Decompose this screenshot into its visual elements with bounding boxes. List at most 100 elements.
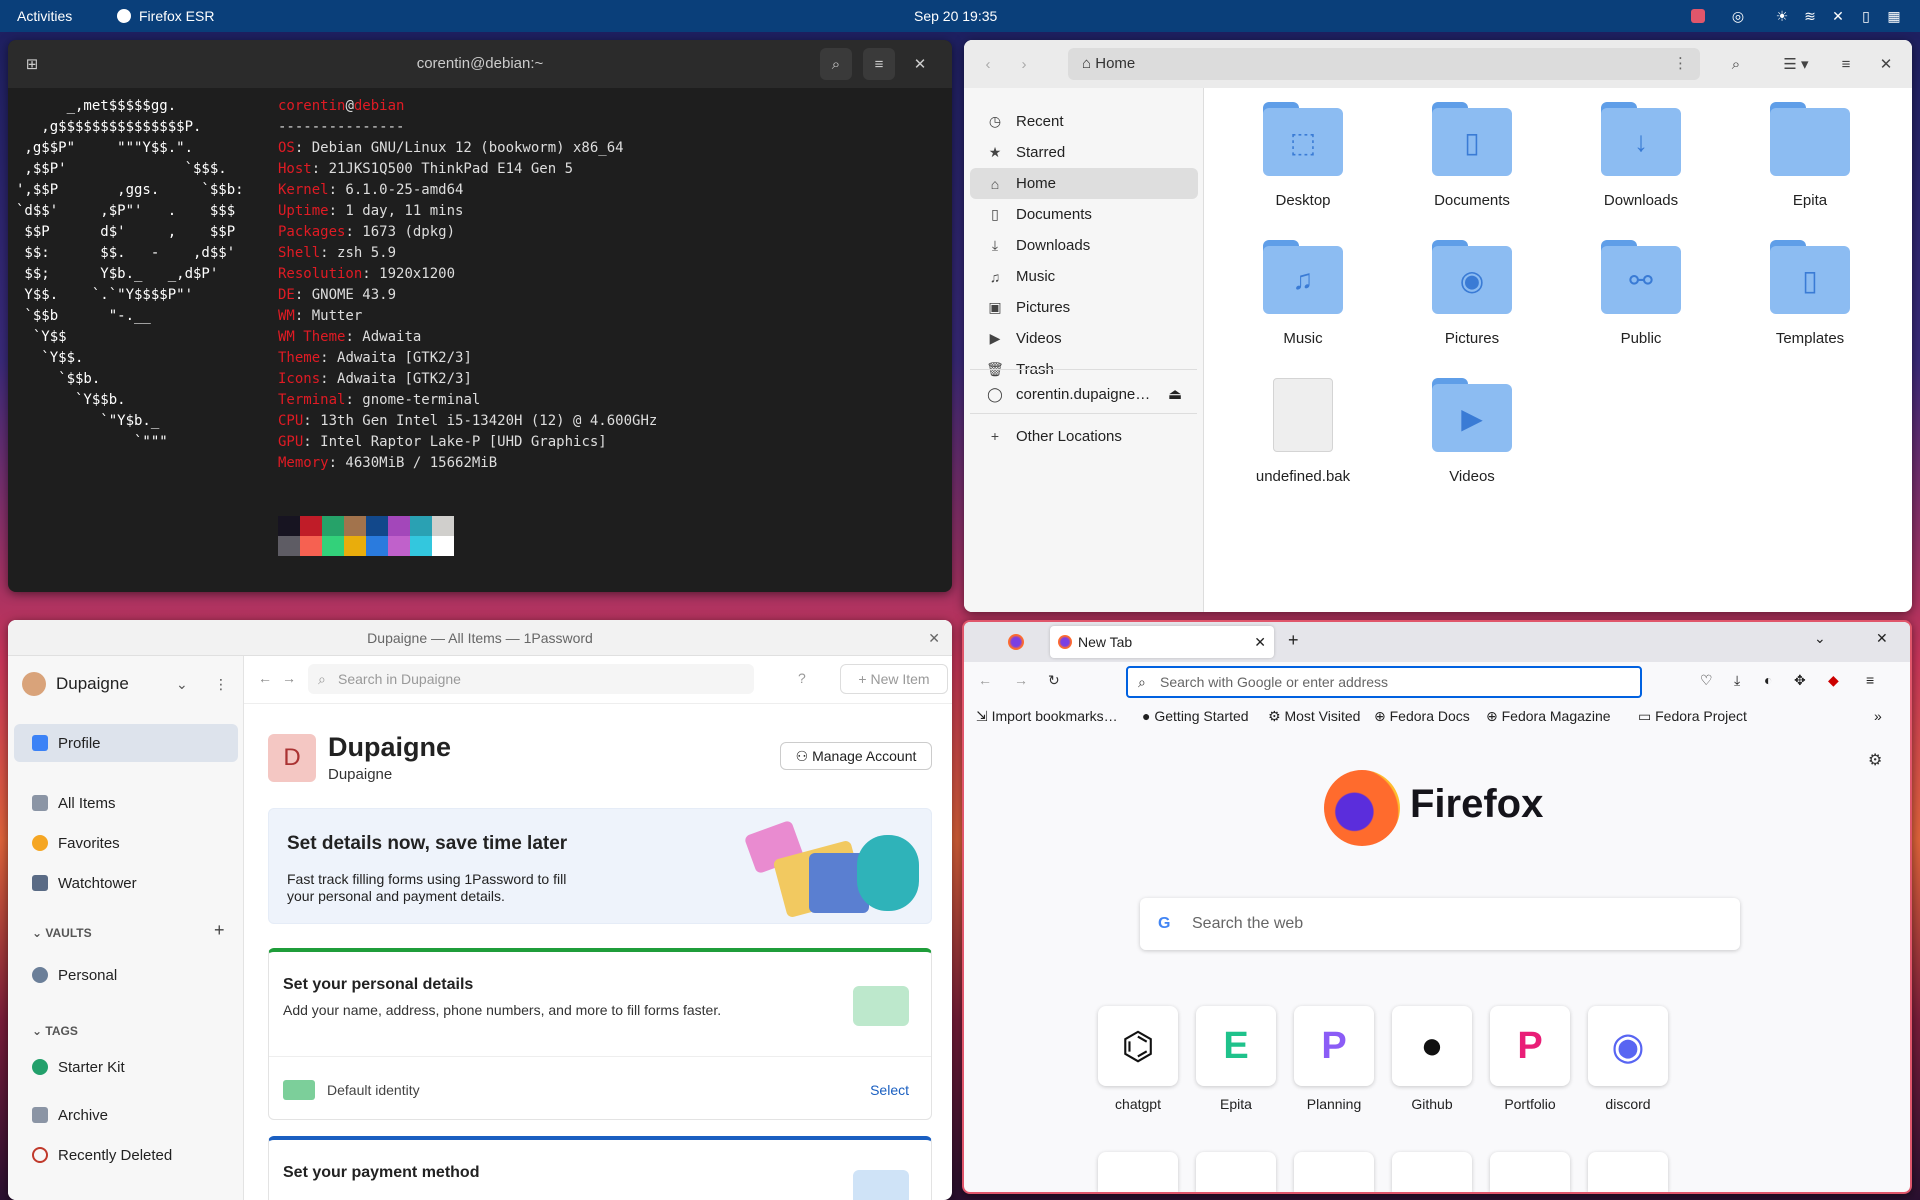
back-icon[interactable]: ← (258, 670, 272, 686)
top-site-tile[interactable] (1490, 1152, 1570, 1192)
settings-icon[interactable]: ⚙ (1868, 750, 1882, 770)
eject-icon[interactable]: ⏏ (1168, 385, 1182, 403)
forward-icon[interactable]: › (1008, 48, 1040, 80)
web-search-input[interactable]: G Search the web (1140, 898, 1740, 950)
select-button[interactable]: Select (870, 1082, 909, 1098)
location-bar[interactable]: ⌂ Home ⋮ (1068, 48, 1700, 80)
folder-downloads[interactable]: ↓ Downloads (1571, 98, 1711, 218)
view-toggle-icon[interactable]: ☰ ▾ (1770, 48, 1822, 80)
nav-archive[interactable]: Archive (14, 1096, 238, 1134)
sidebar-item-pictures[interactable]: ▣ Pictures (970, 292, 1198, 323)
search-icon[interactable]: ⌕ (820, 48, 852, 80)
help-icon[interactable]: ? (798, 670, 806, 686)
bookmark-item[interactable]: ▭ Fedora Project (1638, 702, 1747, 730)
folder-videos[interactable]: ▶ Videos (1402, 374, 1542, 494)
menu-icon[interactable]: ≡ (1830, 48, 1862, 80)
app-indicator-icon[interactable] (1688, 6, 1708, 26)
chevron-down-icon[interactable]: ⌄ (176, 672, 188, 696)
ublock-icon[interactable]: ◆ (1828, 672, 1839, 689)
tab-new-tab[interactable]: New Tab ✕ (1050, 626, 1274, 658)
firefox-view-icon[interactable] (1008, 634, 1024, 650)
add-vault-icon[interactable]: + (214, 920, 225, 941)
wifi-icon[interactable]: ≋ (1800, 6, 1820, 26)
sidebar-item-videos[interactable]: ▶ Videos (970, 323, 1198, 354)
folder-pictures[interactable]: ◉ Pictures (1402, 236, 1542, 356)
bookmark-item[interactable]: ● Getting Started (1142, 702, 1249, 730)
account-icon[interactable]: ◐ (1764, 672, 1772, 688)
activities-button[interactable]: Activities (17, 0, 72, 32)
account-name[interactable]: Dupaigne (56, 672, 129, 696)
app-menu[interactable]: Firefox ESR (139, 0, 214, 32)
sidebar-item-home[interactable]: ⌂ Home (970, 168, 1198, 199)
close-icon[interactable]: ✕ (1870, 48, 1902, 80)
sidebar-item-downloads[interactable]: ⤓ Downloads (970, 230, 1198, 261)
terminal-body[interactable]: _,met$$$$$gg. ,g$$$$$$$$$$$$$$$P. ,g$$P"… (8, 88, 952, 592)
folder-public[interactable]: ⚯ Public (1571, 236, 1711, 356)
avatar[interactable] (22, 672, 46, 696)
extensions-icon[interactable]: ✥ (1794, 672, 1806, 689)
back-icon[interactable]: ‹ (972, 48, 1004, 80)
tag-starter-kit[interactable]: Starter Kit (14, 1048, 238, 1086)
folder-documents[interactable]: ▯ Documents (1402, 98, 1542, 218)
menu-icon[interactable]: ≡ (863, 48, 895, 80)
top-site-portfolio[interactable]: P Portfolio (1490, 1006, 1570, 1112)
clock[interactable]: Sep 20 19:35 (914, 0, 997, 32)
nav-watchtower[interactable]: Watchtower (14, 864, 238, 902)
tags-heading[interactable]: ⌄ TAGS (32, 1024, 78, 1038)
close-window-icon[interactable]: ✕ (1876, 630, 1888, 647)
more-icon[interactable]: ⋮ (214, 672, 228, 696)
bookmark-item[interactable]: ⇲ Import bookmarks… (976, 702, 1118, 730)
downloads-icon[interactable]: ⤓ (1734, 672, 1740, 689)
battery-icon[interactable]: ▯ (1856, 6, 1876, 26)
top-site-tile[interactable] (1588, 1152, 1668, 1192)
nav-favorites[interactable]: Favorites (14, 824, 238, 862)
sidebar-item-other-locations[interactable]: + Other Locations (970, 418, 1198, 454)
close-icon[interactable]: ✕ (904, 48, 936, 80)
top-site-tile[interactable] (1098, 1152, 1178, 1192)
vault-personal[interactable]: Personal (14, 956, 238, 994)
bookmark-item[interactable]: ⊕ Fedora Magazine (1486, 702, 1611, 730)
reload-icon[interactable]: ↻ (1048, 672, 1060, 689)
nav-profile[interactable]: Profile (14, 724, 238, 762)
more-icon[interactable]: ⋮ (1673, 48, 1688, 80)
more-bookmarks-icon[interactable]: » (1874, 702, 1882, 730)
sidebar-item-mount[interactable]: ◯ corentin.dupaigne… ⏏ (970, 376, 1198, 412)
system-menu-icon[interactable]: ▦ (1884, 6, 1904, 26)
top-site-epita[interactable]: E Epita (1196, 1006, 1276, 1112)
brightness-icon[interactable]: ☀ (1772, 6, 1792, 26)
sidebar-item-recent[interactable]: ◷ Recent (970, 106, 1198, 137)
nav-recently-deleted[interactable]: Recently Deleted (14, 1136, 238, 1174)
manage-account-button[interactable]: ⚇ Manage Account (780, 742, 932, 770)
top-site-chatgpt[interactable]: ⌬ chatgpt (1098, 1006, 1178, 1112)
menu-icon[interactable]: ≡ (1866, 672, 1874, 688)
top-site-tile[interactable] (1392, 1152, 1472, 1192)
new-tab-icon[interactable]: + (1288, 630, 1299, 651)
top-site-planning[interactable]: P Planning (1294, 1006, 1374, 1112)
sidebar-item-documents[interactable]: ▯ Documents (970, 199, 1198, 230)
folder-undefined-bak[interactable]: undefined.bak (1233, 374, 1373, 494)
folder-music[interactable]: ♫ Music (1233, 236, 1373, 356)
search-icon[interactable]: ⌕ (1720, 48, 1752, 80)
bookmark-item[interactable]: ⚙ Most Visited (1268, 702, 1360, 730)
sidebar-item-starred[interactable]: ★ Starred (970, 137, 1198, 168)
folder-desktop[interactable]: ⬚ Desktop (1233, 98, 1373, 218)
forward-icon[interactable]: → (1014, 672, 1028, 688)
search-input[interactable]: ⌕ Search in Dupaigne (308, 664, 754, 694)
top-site-tile[interactable] (1196, 1152, 1276, 1192)
new-item-button[interactable]: + New Item (840, 664, 948, 694)
close-icon[interactable]: ✕ (928, 620, 940, 656)
top-site-tile[interactable] (1294, 1152, 1374, 1192)
bookmark-item[interactable]: ⊕ Fedora Docs (1374, 702, 1470, 730)
back-icon[interactable]: ← (978, 672, 992, 688)
folder-epita[interactable]: Epita (1740, 98, 1880, 218)
sidebar-item-music[interactable]: ♫ Music (970, 261, 1198, 292)
forward-icon[interactable]: → (282, 670, 296, 686)
address-bar[interactable]: ⌕ Search with Google or enter address (1126, 666, 1642, 698)
list-tabs-icon[interactable]: ⌄ (1814, 630, 1826, 647)
folder-templates[interactable]: ▯ Templates (1740, 236, 1880, 356)
volume-muted-icon[interactable]: ✕ (1828, 6, 1848, 26)
pocket-icon[interactable]: ♡ (1700, 672, 1713, 689)
top-site-discord[interactable]: ◉ discord (1588, 1006, 1668, 1112)
close-tab-icon[interactable]: ✕ (1254, 626, 1266, 658)
vaults-heading[interactable]: ⌄ VAULTS (32, 926, 92, 940)
